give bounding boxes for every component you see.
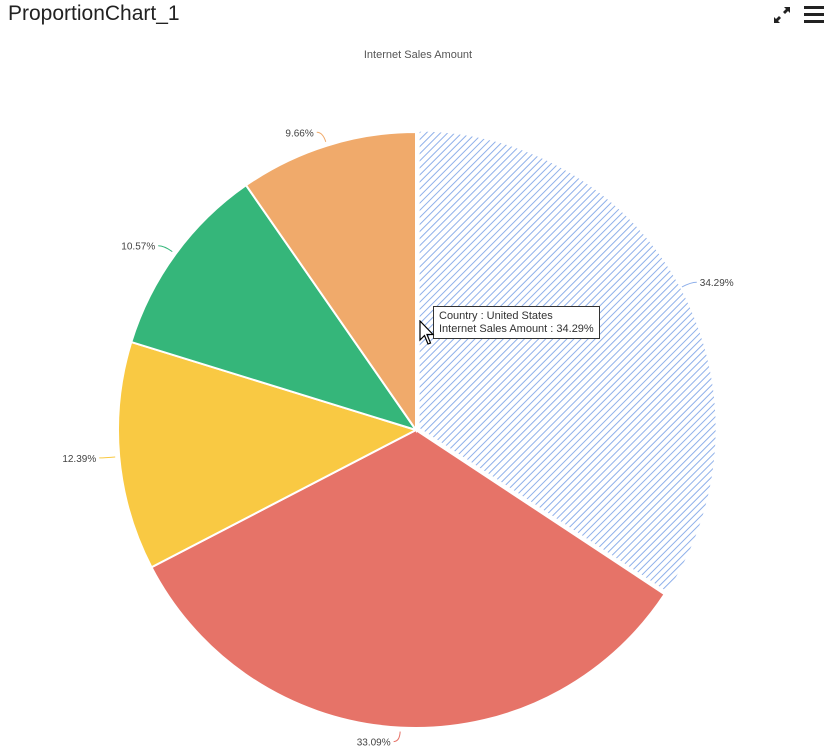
- data-label-connector: [158, 245, 173, 253]
- data-label: 34.29%: [700, 278, 734, 289]
- data-label-connector: [316, 131, 327, 142]
- chart-area: Internet Sales Amount 34.29% 33.09% 12.39%…: [0, 36, 832, 754]
- data-label-connector: [681, 281, 697, 288]
- data-label: 9.66%: [285, 128, 313, 139]
- tooltip-value: Internet Sales Amount : 34.29%: [439, 323, 594, 335]
- data-label: 33.09%: [357, 738, 391, 749]
- data-label-connector: [99, 456, 116, 459]
- chart-tooltip: Country : United States Internet Sales A…: [433, 306, 600, 339]
- tooltip-country: Country : United States: [439, 310, 553, 322]
- data-label: 10.57%: [121, 242, 155, 253]
- data-label-connector: [393, 731, 401, 743]
- mouse-cursor-icon: [419, 319, 435, 351]
- data-label: 12.39%: [62, 454, 96, 465]
- pie-chart: 34.29% 33.09% 12.39% 10.57% 9.66%: [62, 128, 734, 749]
